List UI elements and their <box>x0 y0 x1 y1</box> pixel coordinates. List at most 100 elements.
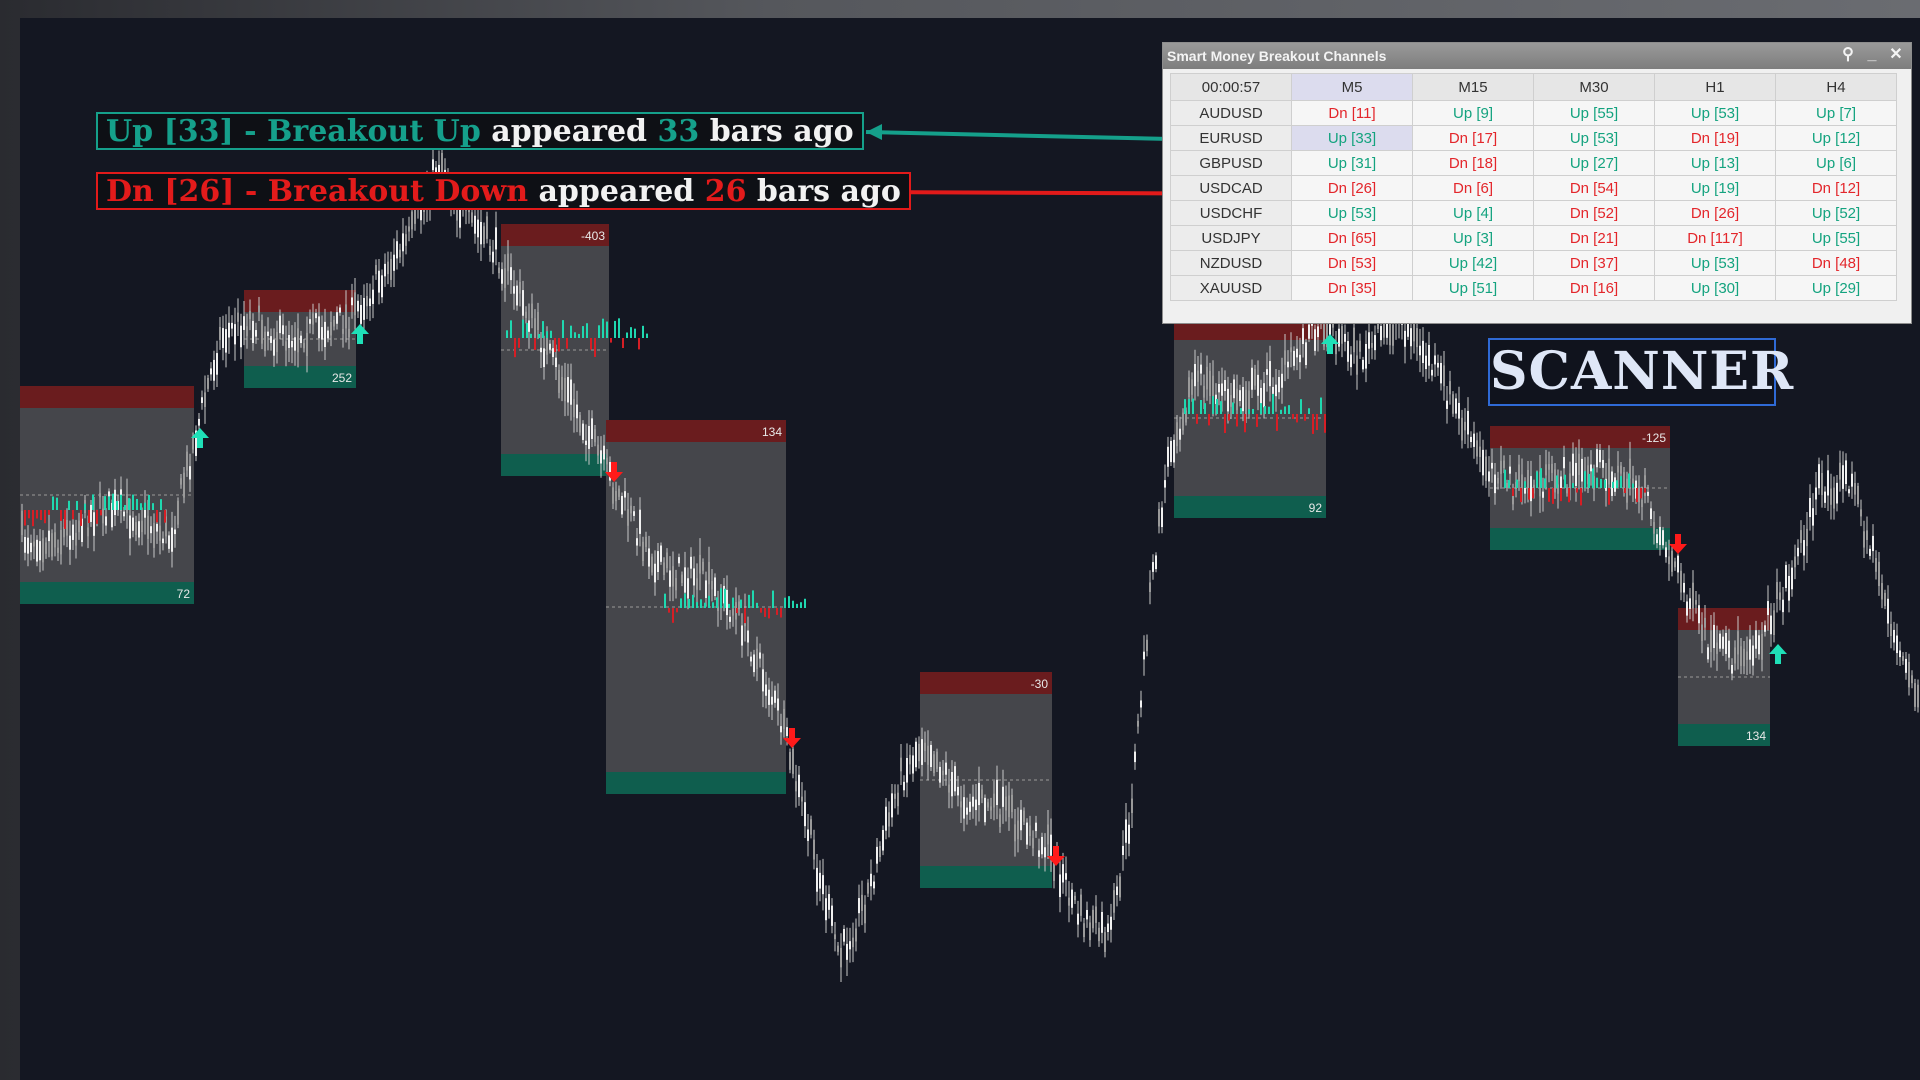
symbol-cell[interactable]: USDCAD <box>1170 175 1292 201</box>
volume-delta-bar <box>72 510 74 520</box>
symbol-cell[interactable]: NZDUSD <box>1170 250 1292 276</box>
volume-delta-bar <box>1624 488 1626 493</box>
candle-body <box>1794 556 1796 568</box>
pin-icon[interactable]: ⚲ <box>1837 43 1859 69</box>
symbol-cell[interactable]: USDCHF <box>1170 200 1292 226</box>
candle-body <box>591 418 593 439</box>
signal-cell[interactable]: Up [9] <box>1412 100 1534 126</box>
signal-cell[interactable]: Up [42] <box>1412 250 1534 276</box>
candle-body <box>852 937 854 948</box>
candle-body <box>1827 470 1829 496</box>
signal-cell[interactable]: Dn [18] <box>1412 150 1534 176</box>
candle-body <box>1902 656 1904 661</box>
volume-delta-bar <box>800 602 802 608</box>
signal-cell[interactable]: Up [53] <box>1533 125 1655 151</box>
candle-body <box>975 799 977 811</box>
signal-cell[interactable]: Dn [37] <box>1533 250 1655 276</box>
candle-body <box>1683 582 1685 593</box>
volume-delta-bar <box>1544 478 1546 488</box>
signal-cell[interactable]: Dn [19] <box>1654 125 1776 151</box>
timeframe-header-m30[interactable]: M30 <box>1533 73 1655 101</box>
signal-cell[interactable]: Dn [65] <box>1291 225 1413 251</box>
signal-cell[interactable]: Dn [53] <box>1291 250 1413 276</box>
signal-cell[interactable]: Dn [117] <box>1654 225 1776 251</box>
timeframe-header-h4[interactable]: H4 <box>1775 73 1897 101</box>
symbol-cell[interactable]: XAUUSD <box>1170 275 1292 301</box>
signal-cell[interactable]: Dn [11] <box>1291 100 1413 126</box>
candle-body <box>30 542 32 553</box>
minimize-icon[interactable]: _ <box>1861 43 1883 69</box>
signal-cell[interactable]: Dn [52] <box>1533 200 1655 226</box>
volume-delta-bar <box>530 333 532 338</box>
signal-cell[interactable]: Dn [17] <box>1412 125 1534 151</box>
signal-cell[interactable]: Dn [12] <box>1775 175 1897 201</box>
volume-delta-bar <box>1288 405 1290 414</box>
volume-delta-bar <box>1200 400 1202 414</box>
candle-body <box>153 523 155 548</box>
signal-cell[interactable]: Dn [26] <box>1654 200 1776 226</box>
candle-body <box>606 457 608 465</box>
signal-cell[interactable]: Dn [54] <box>1533 175 1655 201</box>
volume-delta-bar <box>152 503 154 510</box>
timeframe-header-m5[interactable]: M5 <box>1291 73 1413 101</box>
volume-delta-bar <box>1224 414 1226 433</box>
symbol-cell[interactable]: AUDUSD <box>1170 100 1292 126</box>
volume-delta-bar <box>744 608 746 624</box>
signal-cell[interactable]: Up [3] <box>1412 225 1534 251</box>
signal-cell[interactable]: Dn [26] <box>1291 175 1413 201</box>
candle-body <box>273 339 275 356</box>
symbol-cell[interactable]: EURUSD <box>1170 125 1292 151</box>
signal-cell[interactable]: Up [31] <box>1291 150 1413 176</box>
signal-cell[interactable]: Up [29] <box>1775 275 1897 301</box>
symbol-cell[interactable]: GBPUSD <box>1170 150 1292 176</box>
signal-cell[interactable]: Up [7] <box>1775 100 1897 126</box>
panel-titlebar[interactable]: Smart Money Breakout Channels ⚲ _ ✕ <box>1163 43 1911 69</box>
signal-cell[interactable]: Up [4] <box>1412 200 1534 226</box>
signal-cell[interactable]: Up [53] <box>1654 250 1776 276</box>
signal-cell[interactable]: Up [53] <box>1654 100 1776 126</box>
candle-body <box>1302 328 1304 345</box>
candle-body <box>150 526 152 534</box>
signal-cell[interactable]: Up [13] <box>1654 150 1776 176</box>
signal-cell[interactable]: Up [12] <box>1775 125 1897 151</box>
symbol-cell[interactable]: USDJPY <box>1170 225 1292 251</box>
signal-cell[interactable]: Up [27] <box>1533 150 1655 176</box>
scanner-panel[interactable]: Smart Money Breakout Channels ⚲ _ ✕ 00:0… <box>1162 42 1912 324</box>
candle-body <box>711 580 713 590</box>
signal-cell[interactable]: Up [55] <box>1533 100 1655 126</box>
signal-cell[interactable]: Up [51] <box>1412 275 1534 301</box>
signal-cell[interactable]: Dn [35] <box>1291 275 1413 301</box>
signal-cell[interactable]: Dn [21] <box>1533 225 1655 251</box>
signal-cell[interactable]: Up [53] <box>1291 200 1413 226</box>
signal-cell[interactable]: Dn [6] <box>1412 175 1534 201</box>
candle-body <box>759 652 761 659</box>
timeframe-header-h1[interactable]: H1 <box>1654 73 1776 101</box>
volume-delta-bar <box>736 608 738 614</box>
signal-cell[interactable]: Dn [48] <box>1775 250 1897 276</box>
candle-body <box>1338 328 1340 347</box>
candle-body <box>528 320 530 332</box>
close-icon[interactable]: ✕ <box>1885 43 1907 69</box>
candle-body <box>1644 475 1646 496</box>
candle-body <box>600 450 602 464</box>
candle-body <box>837 945 839 952</box>
volume-delta-bar <box>40 510 42 521</box>
signal-cell[interactable]: Up [52] <box>1775 200 1897 226</box>
candle-body <box>1041 836 1043 855</box>
signal-cell[interactable]: Up [55] <box>1775 225 1897 251</box>
signal-cell[interactable]: Up [33] <box>1291 125 1413 151</box>
signal-cell[interactable]: Up [30] <box>1654 275 1776 301</box>
candle-body <box>1575 462 1577 487</box>
candle-body <box>1839 462 1841 480</box>
timeframe-header-m15[interactable]: M15 <box>1412 73 1534 101</box>
candle-body <box>384 263 386 277</box>
signal-cell[interactable]: Dn [16] <box>1533 275 1655 301</box>
candle-body <box>357 300 359 312</box>
volume-delta-bar <box>768 608 770 619</box>
candle-body <box>1881 583 1883 600</box>
candle-body <box>963 797 965 819</box>
candle-body <box>762 669 764 692</box>
signal-cell[interactable]: Up [6] <box>1775 150 1897 176</box>
signal-cell[interactable]: Up [19] <box>1654 175 1776 201</box>
candle-body <box>1092 909 1094 929</box>
